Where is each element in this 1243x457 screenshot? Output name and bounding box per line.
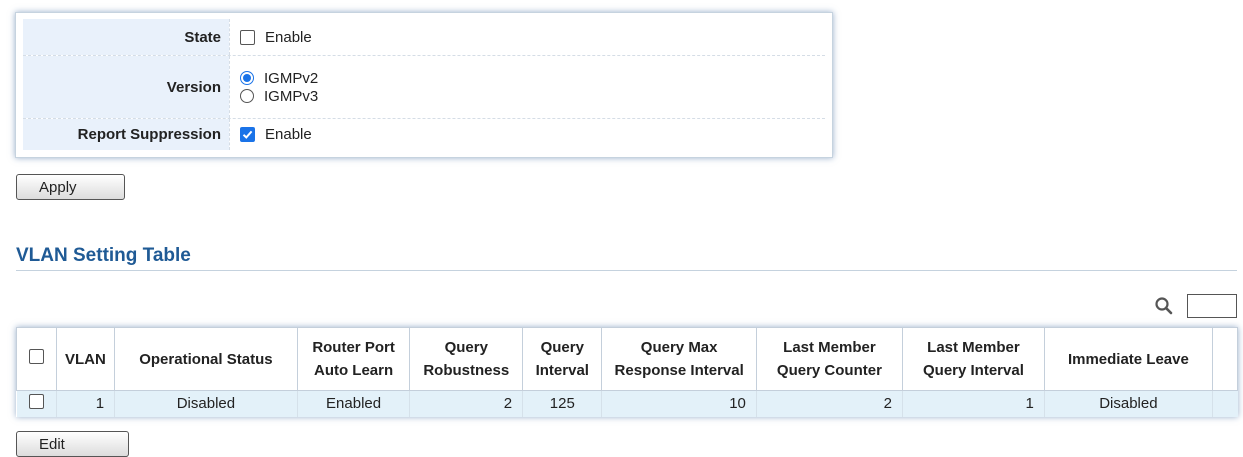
igmp-settings-panel: State Enable Version IGMPv2 IGMPv3 Repor… [15,12,833,158]
cell-operational-status: Disabled [114,390,298,417]
header-immediate-leave: Immediate Leave [1043,327,1213,391]
cell-query-max-response-interval: 10 [601,390,757,417]
table-header-row: VLAN Operational Status Router Port Auto… [16,327,1239,391]
igmpv3-label: IGMPv3 [264,87,319,105]
header-last-member-query-counter: Last Member Query Counter [755,327,903,391]
select-all-cell[interactable] [16,327,57,391]
report-suppression-label: Report Suppression [23,119,229,150]
state-label: State [23,19,229,55]
vlan-setting-table: VLAN Operational Status Router Port Auto… [16,327,1239,417]
cell-query-robustness: 2 [409,390,523,417]
version-option-igmpv2[interactable]: IGMPv2 [240,69,825,87]
header-vlan: VLAN [55,327,116,391]
section-title: VLAN Setting Table [16,245,191,266]
igmpv3-radio[interactable] [240,89,254,103]
select-all-checkbox[interactable] [28,348,44,364]
checkmark-icon [242,130,253,139]
apply-button[interactable]: Apply [16,174,125,200]
header-query-max-response-interval: Query Max Response Interval [601,327,757,391]
cell-immediate-leave: Disabled [1043,390,1213,417]
row-checkbox[interactable] [28,394,44,410]
header-spacer [1211,327,1239,391]
version-label: Version [23,56,229,118]
search-icon[interactable] [1154,296,1174,316]
igmpv2-radio[interactable] [240,71,254,85]
cell-last-member-query-counter: 2 [755,390,903,417]
cell-last-member-query-interval: 1 [901,390,1045,417]
search-input[interactable] [1187,294,1237,318]
state-enable-option[interactable]: Enable [240,28,825,46]
row-select-cell[interactable] [16,390,57,417]
cell-router-port-auto-learn: Enabled [296,390,410,417]
report-suppression-row: Report Suppression Enable [23,119,825,150]
header-router-port-auto-learn: Router Port Auto Learn [296,327,411,391]
version-option-igmpv3[interactable]: IGMPv3 [240,87,825,105]
report-suppression-checkbox[interactable] [240,127,255,142]
state-enable-checkbox[interactable] [240,29,255,45]
table-row[interactable]: 1 Disabled Enabled 2 125 10 2 1 Disabled [16,390,1238,417]
header-last-member-query-interval: Last Member Query Interval [901,327,1045,391]
cell-vlan: 1 [55,390,115,417]
header-query-robustness: Query Robustness [409,327,524,391]
igmpv2-label: IGMPv2 [264,69,319,87]
version-row: Version IGMPv2 IGMPv3 [23,56,825,119]
header-operational-status: Operational Status [114,327,298,391]
header-query-interval: Query Interval [522,327,603,391]
state-row: State Enable [23,19,825,56]
state-enable-label: Enable [265,28,312,46]
edit-button[interactable]: Edit [16,431,129,457]
cell-query-interval: 125 [522,390,602,417]
report-suppression-enable-label: Enable [265,126,312,143]
report-suppression-enable-option[interactable]: Enable [240,126,825,144]
section-divider [16,270,1237,271]
cell-spacer [1211,390,1238,417]
